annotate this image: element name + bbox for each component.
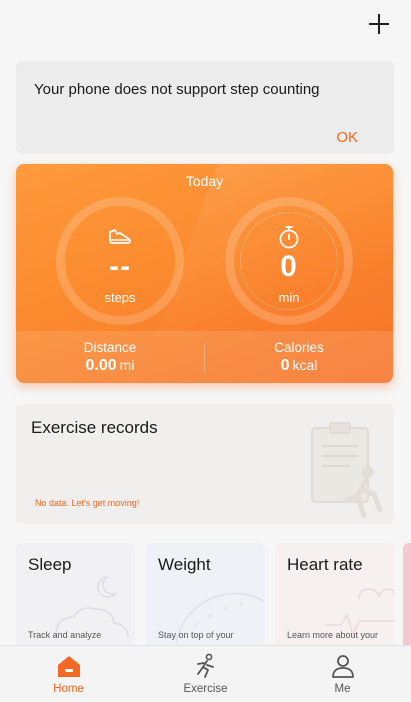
calories-label: Calories — [274, 340, 324, 355]
feature-tiles: Sleep Track and analyze Weight Stay on t… — [16, 543, 411, 645]
runner-icon — [196, 653, 214, 678]
sleep-title: Sleep — [28, 555, 72, 574]
person-icon — [331, 655, 354, 678]
weight-desc: Stay on top of your — [158, 630, 234, 640]
nav-home-label: Home — [53, 683, 84, 695]
steps-ring: -- steps — [56, 197, 184, 325]
minutes-value: 0 — [280, 250, 298, 283]
sleep-tile[interactable]: Sleep Track and analyze — [16, 543, 135, 645]
notice-message: Your phone does not support step countin… — [34, 81, 320, 98]
calories-stat: Calories 0 kcal — [205, 340, 393, 375]
heart-rate-tile[interactable]: Heart rate Learn more about your — [275, 543, 394, 645]
records-title: Exercise records — [31, 418, 158, 437]
add-button[interactable] — [365, 10, 393, 38]
ok-button[interactable]: OK — [336, 129, 358, 146]
distance-unit: mi — [119, 357, 135, 373]
records-empty-text: No data. Let's get moving! — [35, 498, 140, 508]
steps-unit: steps — [104, 290, 136, 305]
weight-title: Weight — [158, 555, 211, 574]
shoe-icon — [109, 229, 131, 244]
distance-value: 0.00 — [85, 357, 117, 374]
home-icon — [57, 656, 80, 677]
heart-rate-title: Heart rate — [287, 555, 363, 574]
bottom-nav: Home Exercise Me — [0, 645, 411, 702]
heart-rate-desc: Learn more about your — [287, 630, 379, 640]
minutes-ring: 0 min — [225, 197, 353, 325]
sleep-desc: Track and analyze — [28, 630, 102, 640]
minutes-unit: min — [278, 290, 300, 305]
nav-exercise-label: Exercise — [183, 683, 228, 695]
today-card[interactable]: Today -- steps 0 min Distance 0.00 mi Cal… — [16, 164, 393, 383]
today-stats: Distance 0.00 mi Calories 0 kcal — [16, 331, 393, 383]
step-counting-notice: Your phone does not support step countin… — [16, 61, 394, 154]
steps-value: -- — [109, 250, 131, 283]
nav-me-label: Me — [334, 683, 351, 695]
plus-icon — [369, 14, 389, 34]
nav-exercise[interactable]: Exercise — [137, 653, 274, 695]
nav-home[interactable]: Home — [0, 653, 137, 695]
calories-unit: kcal — [292, 357, 318, 373]
weight-tile[interactable]: Weight Stay on top of your — [146, 543, 265, 645]
distance-stat: Distance 0.00 mi — [16, 340, 204, 375]
calories-value: 0 — [280, 357, 290, 374]
today-title: Today — [185, 173, 224, 189]
stopwatch-icon — [279, 226, 299, 249]
clipboard-runner-icon — [311, 422, 383, 519]
distance-label: Distance — [83, 340, 137, 355]
exercise-records-card[interactable]: Exercise records No data. Let's get movi… — [16, 404, 394, 524]
next-tile-peek[interactable] — [403, 543, 411, 645]
nav-me[interactable]: Me — [274, 653, 411, 695]
